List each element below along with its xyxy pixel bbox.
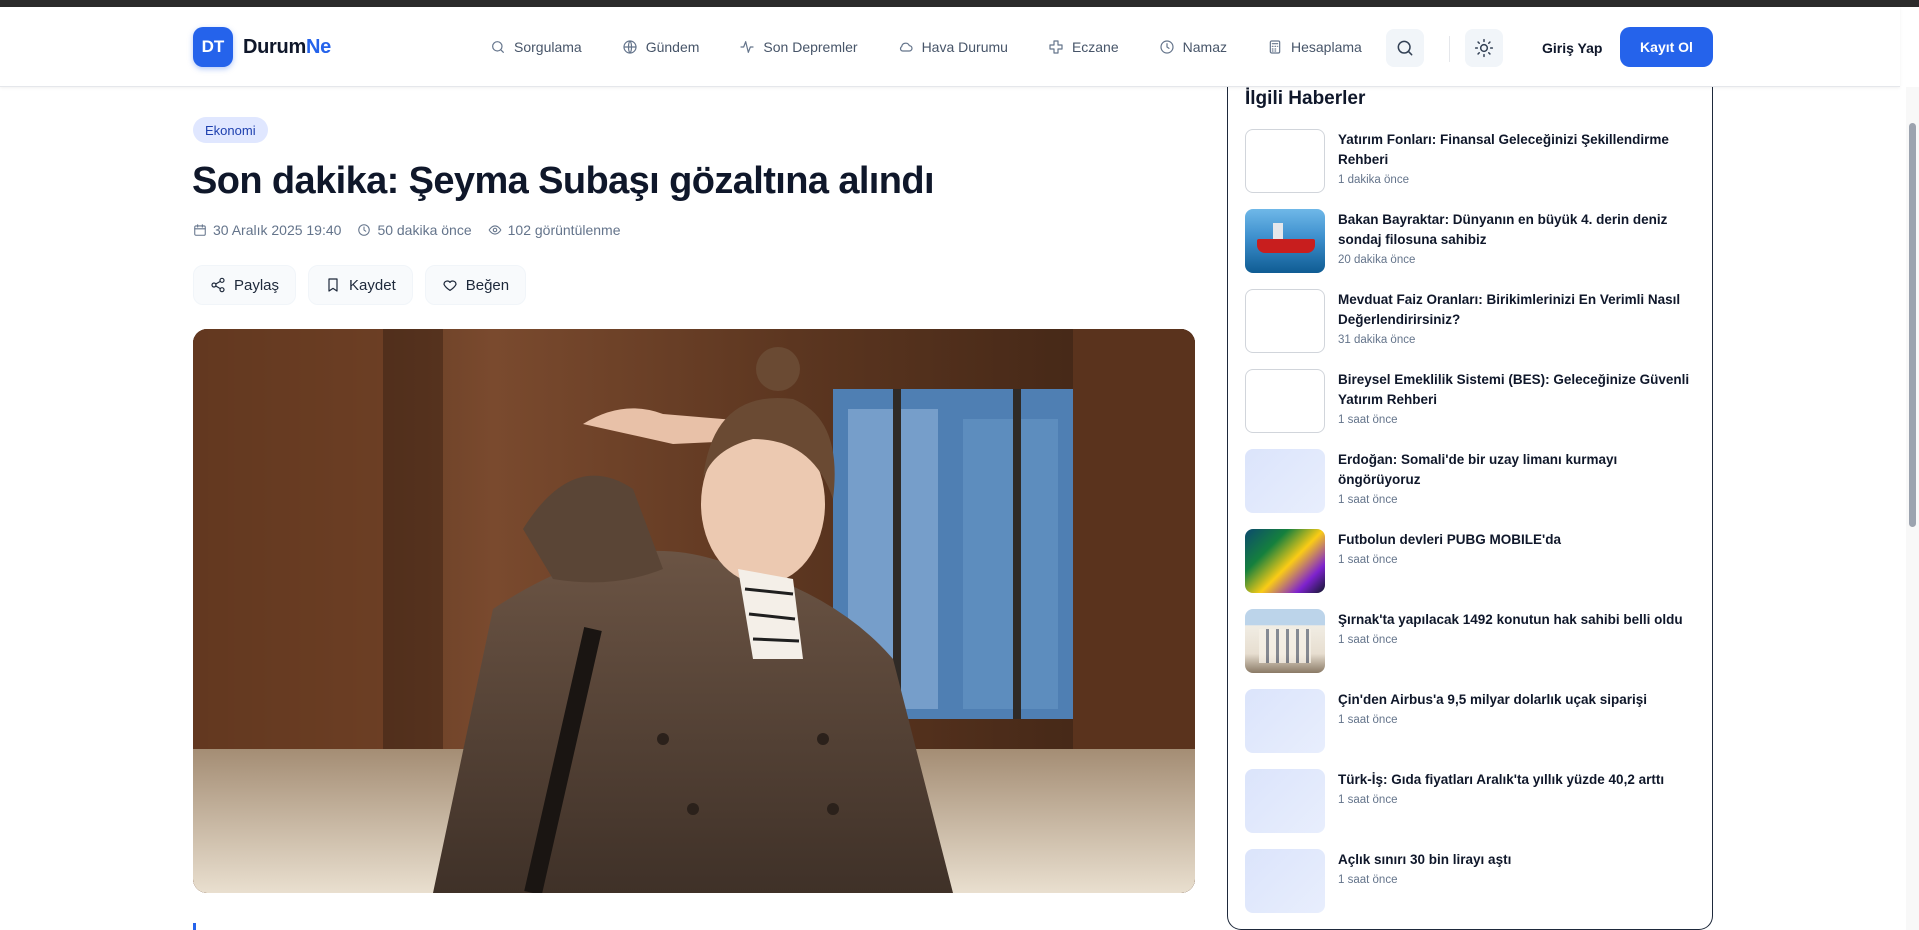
article-title: Son dakika: Şeyma Subaşı gözaltına alınd… <box>192 160 935 202</box>
related-thumbnail <box>1245 529 1325 593</box>
search-icon <box>492 41 504 53</box>
brand-logo[interactable]: DT DurumNe <box>193 27 331 67</box>
related-item[interactable]: Çin'den Airbus'a 9,5 milyar dolarlık uça… <box>1245 689 1700 754</box>
nav-item-hava-durumu[interactable]: Hava Durumu <box>878 31 1028 63</box>
related-item[interactable]: Mevduat Faiz Oranları: Birikimlerinizi E… <box>1245 289 1700 354</box>
activity-icon <box>740 41 755 53</box>
article-hero-image <box>193 329 1195 893</box>
related-item-title: Bireysel Emeklilik Sistemi (BES): Gelece… <box>1338 372 1690 407</box>
related-item[interactable]: Yatırım Fonları: Finansal Geleceğinizi Ş… <box>1245 129 1700 194</box>
related-item[interactable]: Bireysel Emeklilik Sistemi (BES): Gelece… <box>1245 369 1700 434</box>
related-item-title: Şırnak'ta yapılacak 1492 konutun hak sah… <box>1338 612 1683 627</box>
article-meta: 30 Aralık 2025 19:40 50 dakika önce 102 … <box>193 222 621 238</box>
related-thumbnail <box>1245 769 1325 833</box>
heart-icon <box>443 280 457 291</box>
theme-toggle-button[interactable] <box>1465 29 1503 67</box>
related-item-time: 1 saat önce <box>1338 794 1398 806</box>
related-thumbnail <box>1245 209 1325 273</box>
article-actions: Paylaş Kaydet Beğen <box>193 265 527 305</box>
save-button[interactable]: Kaydet <box>308 265 413 305</box>
related-thumbnail <box>1245 609 1325 673</box>
sun-icon <box>1474 38 1494 58</box>
view-count: 102 görüntülenme <box>488 222 621 238</box>
related-thumbnail <box>1245 849 1325 913</box>
category-badge[interactable]: Ekonomi <box>193 117 268 143</box>
related-item-title: Çin'den Airbus'a 9,5 milyar dolarlık uça… <box>1338 692 1648 707</box>
related-item-time: 1 saat önce <box>1338 874 1398 886</box>
related-item-title: Mevduat Faiz Oranları: Birikimlerinizi E… <box>1338 292 1681 327</box>
related-news-title: İlgili Haberler <box>1245 88 1366 109</box>
calculator-icon <box>1269 40 1281 54</box>
related-item[interactable]: Erdoğan: Somali'de bir uzay limanı kurma… <box>1245 449 1700 514</box>
related-item[interactable]: Türk-İş: Gıda fiyatları Aralık'ta yıllık… <box>1245 769 1700 834</box>
relative-time: 50 dakika önce <box>357 222 472 238</box>
related-item-time: 1 saat önce <box>1338 714 1398 726</box>
signup-button[interactable]: Kayıt Ol <box>1620 27 1713 67</box>
logo-mark-icon: DT <box>193 27 233 67</box>
related-item-time: 20 dakika önce <box>1338 254 1416 266</box>
related-thumbnail <box>1245 369 1325 433</box>
page-scrollbar[interactable] <box>1906 87 1919 930</box>
site-header: DT DurumNe Sorgulama Gündem Son Depremle… <box>0 7 1900 87</box>
related-item-time: 1 saat önce <box>1338 414 1398 426</box>
related-thumbnail <box>1245 129 1325 193</box>
search-button[interactable] <box>1386 29 1424 67</box>
login-button[interactable]: Giriş Yap <box>1530 29 1614 67</box>
related-item-title: Türk-İş: Gıda fiyatları Aralık'ta yıllık… <box>1338 772 1665 787</box>
related-thumbnail <box>1245 449 1325 513</box>
publish-date: 30 Aralık 2025 19:40 <box>193 222 341 238</box>
search-icon <box>1397 40 1413 56</box>
related-item-title: Futbolun devleri PUBG MOBILE'da <box>1338 532 1561 547</box>
scrollbar-thumb[interactable] <box>1909 123 1916 527</box>
related-item[interactable]: Şırnak'ta yapılacak 1492 konutun hak sah… <box>1245 609 1700 674</box>
eye-icon <box>488 225 501 235</box>
share-icon <box>211 277 225 293</box>
related-item-time: 31 dakika önce <box>1338 334 1416 346</box>
nav-item-hesaplama[interactable]: Hesaplama <box>1247 31 1382 63</box>
nav-item-son-depremler[interactable]: Son Depremler <box>719 31 877 63</box>
clock-icon <box>358 224 371 236</box>
nav-item-sorgulama[interactable]: Sorgulama <box>470 31 602 63</box>
share-button[interactable]: Paylaş <box>193 265 297 305</box>
related-item-time: 1 dakika önce <box>1338 174 1409 186</box>
related-item-time: 1 saat önce <box>1338 634 1398 646</box>
calendar-icon <box>194 224 206 236</box>
related-item-time: 1 saat önce <box>1338 554 1398 566</box>
brand-name: DurumNe <box>243 35 331 58</box>
nav-item-namaz[interactable]: Namaz <box>1139 31 1247 63</box>
related-thumbnail <box>1245 289 1325 353</box>
clock-icon <box>1160 40 1174 54</box>
content-accent-bar <box>193 923 196 930</box>
cloud-icon <box>899 42 913 52</box>
related-thumbnail <box>1245 689 1325 753</box>
related-item-title: Açlık sınırı 30 bin lirayı aştı <box>1338 852 1512 867</box>
related-item[interactable]: Açlık sınırı 30 bin lirayı aştı 1 saat ön… <box>1245 849 1700 914</box>
nav-item-gundem[interactable]: Gündem <box>602 31 720 63</box>
related-item-title: Erdoğan: Somali'de bir uzay limanı kurma… <box>1338 452 1618 487</box>
related-item[interactable]: Futbolun devleri PUBG MOBILE'da 1 saat ön… <box>1245 529 1700 594</box>
header-divider <box>1449 36 1450 62</box>
related-item-title: Yatırım Fonları: Finansal Geleceğinizi Ş… <box>1338 132 1669 167</box>
cross-icon <box>1049 40 1063 54</box>
related-item-title: Bakan Bayraktar: Dünyanın en büyük 4. de… <box>1338 212 1668 247</box>
globe-icon <box>623 40 637 54</box>
main-nav: Sorgulama Gündem Son Depremler Hava Duru… <box>470 31 1382 63</box>
browser-top-strip <box>0 0 1919 7</box>
bookmark-icon <box>328 278 338 292</box>
like-button[interactable]: Beğen <box>424 265 527 305</box>
related-item-time: 1 saat önce <box>1338 494 1398 506</box>
nav-item-eczane[interactable]: Eczane <box>1028 31 1139 63</box>
related-item[interactable]: Bakan Bayraktar: Dünyanın en büyük 4. de… <box>1245 209 1700 274</box>
related-news-panel: İlgili Haberler Yatırım Fonları: Finansa… <box>1227 82 1713 930</box>
